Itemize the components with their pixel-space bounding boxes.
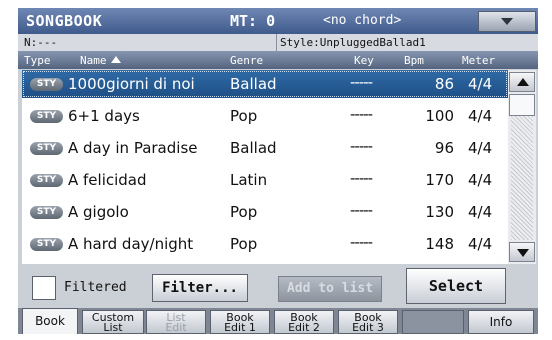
chord-indicator: <no chord> [323,13,402,28]
song-meter: 4/4 [468,171,493,189]
song-meter: 4/4 [468,107,493,125]
filter-button[interactable]: Filter... [152,274,248,302]
song-row[interactable]: STY A hard day/night Pop ----- 148 4/4 [22,230,508,258]
control-bar: Filtered Filter... Add to list Select [18,264,538,310]
song-bpm: 100 [425,107,454,125]
tab-book-edit-1[interactable]: Book Edit 1 [210,310,270,334]
tab-book[interactable]: Book [22,308,78,334]
song-name: A day in Paradise [68,139,198,157]
song-meter: 4/4 [468,75,493,93]
song-meter: 4/4 [468,203,493,221]
tab-label-line2: List [103,321,123,334]
song-name: 1000giorni di noi [68,75,195,93]
style-name: Style:UnpluggedBallad1 [280,36,426,49]
song-bpm: 148 [425,235,454,253]
tab-label-line2: Edit 2 [288,321,320,334]
tab-label: Book [35,314,65,328]
style-badge-icon: STY [30,78,63,91]
song-row[interactable]: STY A felicidad Latin ----- 170 4/4 [22,166,508,194]
songbook-window: SONGBOOK MT: 0 <no chord> N:--- Style:Un… [18,8,538,334]
column-key[interactable]: Key [354,54,374,67]
song-name: A felicidad [68,171,147,189]
scrollbar-thumb[interactable] [509,94,535,116]
song-bpm: 170 [425,171,454,189]
song-key: ----- [350,137,373,155]
song-key: ----- [350,169,373,187]
column-name-label: Name [80,54,107,67]
select-button[interactable]: Select [406,268,506,304]
tab-book-edit-3[interactable]: Book Edit 3 [338,310,398,334]
style-badge-icon: STY [30,206,63,219]
tab-label-line2: Edit 1 [224,321,256,334]
info-divider [276,34,277,51]
scrollbar-track[interactable] [511,110,533,240]
tab-label-line2: Edit 3 [352,321,384,334]
column-genre[interactable]: Genre [230,54,263,67]
song-name: 6+1 days [68,107,140,125]
list-scrollbar[interactable] [508,70,536,264]
song-genre: Ballad [230,75,277,93]
song-genre: Ballad [230,139,277,157]
song-key: ----- [350,201,373,219]
menu-triangle-icon [501,18,513,25]
style-badge-icon: STY [30,174,63,187]
sort-ascending-icon [110,56,121,63]
style-badge-icon: STY [30,238,63,251]
scroll-up-button[interactable] [509,72,535,92]
song-row[interactable]: STY 1000giorni di noi Ballad ----- 86 4/… [22,70,508,98]
list-header: Type Name Genre Key Bpm Meter [18,51,538,69]
tab-custom-list[interactable]: Custom List [82,310,144,334]
page-menu-button[interactable] [478,11,536,32]
song-number: N:--- [24,36,58,49]
song-name: A gigolo [68,203,129,221]
song-row[interactable]: STY A gigolo Pop ----- 130 4/4 [22,198,508,226]
song-meter: 4/4 [468,139,493,157]
song-bpm: 96 [434,139,454,157]
song-row[interactable]: STY 6+1 days Pop ----- 100 4/4 [22,102,508,130]
tab-label: Info [489,315,513,329]
song-bpm: 130 [425,203,454,221]
title-bar: SONGBOOK MT: 0 <no chord> [18,8,538,34]
tab-info[interactable]: Info [468,310,534,334]
song-row[interactable]: STY A day in Paradise Ballad ----- 96 4/… [22,134,508,162]
song-key: ----- [350,105,373,123]
tab-empty [402,310,464,334]
column-name[interactable]: Name [80,54,121,67]
song-genre: Pop [230,203,258,221]
tab-bar: Book Custom List List Edit Book Edit 1 B… [18,308,538,334]
arrow-up-icon [517,78,529,86]
song-name: A hard day/night [68,235,194,253]
song-meter: 4/4 [468,235,493,253]
tab-book-edit-2[interactable]: Book Edit 2 [274,310,334,334]
column-meter[interactable]: Meter [462,54,495,67]
tab-list-edit[interactable]: List Edit [146,310,206,334]
app-title: SONGBOOK [26,12,103,30]
mt-indicator: MT: 0 [230,12,276,30]
style-badge-icon: STY [30,110,63,123]
song-key: ----- [350,233,373,251]
song-list: STY 1000giorni di noi Ballad ----- 86 4/… [22,70,508,264]
filtered-label: Filtered [64,280,127,295]
style-badge-icon: STY [30,142,63,155]
filtered-checkbox[interactable] [32,276,56,300]
column-bpm[interactable]: Bpm [404,54,424,67]
info-bar: N:--- Style:UnpluggedBallad1 [18,34,538,51]
tab-label-line2: Edit [165,321,187,334]
song-key: ----- [350,73,373,91]
arrow-down-icon [517,249,529,257]
column-type[interactable]: Type [24,54,51,67]
song-genre: Pop [230,235,258,253]
song-bpm: 86 [434,75,454,93]
song-genre: Latin [230,171,268,189]
song-genre: Pop [230,107,258,125]
add-to-list-button[interactable]: Add to list [278,276,382,302]
scroll-down-button[interactable] [509,242,535,262]
